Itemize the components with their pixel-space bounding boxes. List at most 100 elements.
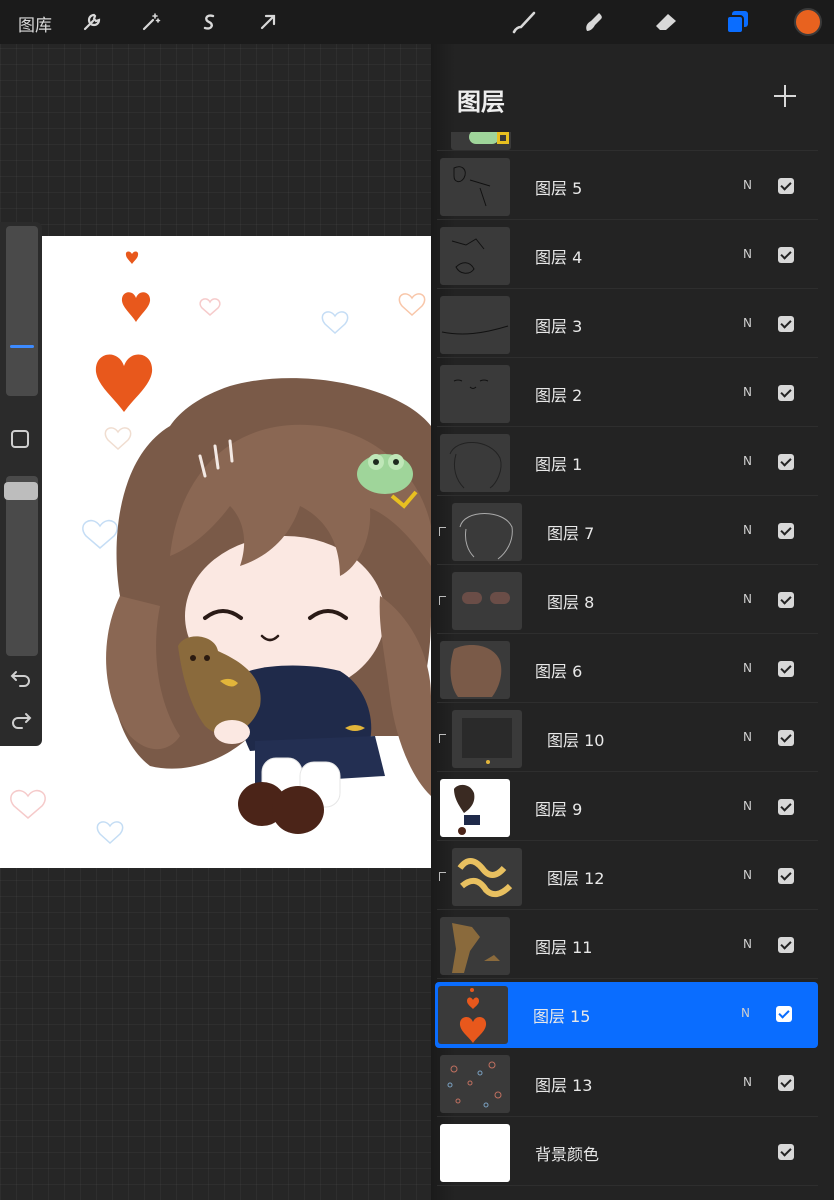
layer-thumbnail[interactable] [452, 710, 522, 768]
blend-mode-button[interactable]: N [743, 523, 752, 537]
layer-row[interactable]: 图层 4 N [437, 223, 818, 289]
blend-mode-button[interactable]: N [743, 799, 752, 813]
layer-row[interactable]: 图层 1 N [437, 430, 818, 496]
layer-name: 图层 5 [535, 179, 583, 198]
layer-name: 图层 7 [547, 524, 595, 543]
background-color-row[interactable]: 背景颜色 [437, 1120, 818, 1186]
selection-icon[interactable] [195, 8, 223, 36]
layer-thumbnail[interactable] [452, 848, 522, 906]
layer-thumbnail[interactable] [440, 917, 510, 975]
layer-name: 背景颜色 [535, 1145, 600, 1164]
layer-row[interactable]: 图层 13 N [437, 1051, 818, 1117]
brush-size-handle[interactable] [6, 338, 38, 356]
layer-thumbnail[interactable] [440, 296, 510, 354]
layer-thumbnail[interactable] [440, 227, 510, 285]
color-picker-button[interactable] [794, 8, 822, 36]
gallery-button[interactable]: 图库 [18, 11, 52, 36]
drawing-canvas[interactable] [0, 236, 431, 868]
layer-row[interactable]: 图层 8 N [437, 568, 818, 634]
layer-name: 图层 10 [547, 731, 605, 750]
brush-icon[interactable] [510, 8, 538, 36]
transform-arrow-icon[interactable] [254, 8, 282, 36]
blend-mode-button[interactable]: N [741, 1006, 750, 1020]
layer-name: 图层 4 [535, 248, 583, 267]
undo-icon[interactable] [10, 668, 32, 688]
layer-row[interactable]: 图层 15 N [435, 982, 818, 1048]
layer-thumbnail[interactable] [440, 641, 510, 699]
opacity-handle[interactable] [4, 482, 38, 500]
layer-row[interactable]: 图层 10 N [437, 706, 818, 772]
clipping-mask-icon [439, 734, 446, 743]
blend-mode-button[interactable]: N [743, 592, 752, 606]
clipping-mask-icon [439, 527, 446, 536]
blend-mode-button[interactable]: N [743, 178, 752, 192]
layer-thumbnail[interactable] [452, 503, 522, 561]
layer-name: 图层 6 [535, 662, 583, 681]
layer-visibility-checkbox[interactable] [778, 937, 794, 953]
layer-list: 图层 5 N 图层 4 N 图层 3 N 图层 2 N 图层 1 N 图层 7 N 图层 8 N 图层 6 N… [431, 44, 834, 1200]
layer-thumbnail[interactable] [440, 1055, 510, 1113]
blend-mode-button[interactable]: N [743, 868, 752, 882]
layer-row[interactable]: 图层 11 N [437, 913, 818, 979]
top-toolbar: 图库 [0, 0, 834, 44]
layer-row[interactable]: 图层 7 N [437, 499, 818, 565]
clipping-mask-icon [439, 596, 446, 605]
layer-visibility-checkbox[interactable] [778, 385, 794, 401]
blend-mode-button[interactable]: N [743, 316, 752, 330]
layer-row[interactable]: 图层 6 N [437, 637, 818, 703]
layer-row[interactable]: 图层 3 N [437, 292, 818, 358]
layer-visibility-checkbox[interactable] [778, 454, 794, 470]
layer-thumbnail[interactable] [440, 779, 510, 837]
layer-visibility-checkbox[interactable] [778, 1144, 794, 1160]
layer-visibility-checkbox[interactable] [778, 316, 794, 332]
blend-mode-button[interactable]: N [743, 385, 752, 399]
blend-mode-button[interactable]: N [743, 730, 752, 744]
layer-name: 图层 3 [535, 317, 583, 336]
layer-visibility-checkbox[interactable] [778, 1075, 794, 1091]
layer-thumbnail[interactable] [440, 434, 510, 492]
layer-visibility-checkbox[interactable] [778, 661, 794, 677]
blend-mode-button[interactable]: N [743, 937, 752, 951]
layer-thumbnail[interactable] [452, 572, 522, 630]
blend-mode-button[interactable]: N [743, 454, 752, 468]
layer-visibility-checkbox[interactable] [778, 868, 794, 884]
layer-visibility-checkbox[interactable] [778, 592, 794, 608]
layer-name: 图层 2 [535, 386, 583, 405]
layer-name: 图层 15 [533, 1007, 591, 1026]
artwork [10, 251, 431, 845]
layer-visibility-checkbox[interactable] [778, 178, 794, 194]
layer-visibility-checkbox[interactable] [776, 1006, 792, 1022]
layers-icon[interactable] [724, 8, 752, 36]
wrench-icon[interactable] [78, 8, 106, 36]
modify-button[interactable] [11, 430, 29, 448]
layer-visibility-checkbox[interactable] [778, 523, 794, 539]
layer-thumbnail[interactable] [440, 158, 510, 216]
layer-row[interactable]: 图层 9 N [437, 775, 818, 841]
layer-name: 图层 8 [547, 593, 595, 612]
layer-visibility-checkbox[interactable] [778, 799, 794, 815]
magic-wand-icon[interactable] [137, 8, 165, 36]
layer-name: 图层 9 [535, 800, 583, 819]
layer-thumbnail[interactable] [440, 365, 510, 423]
layer-name: 图层 1 [535, 455, 583, 474]
blend-mode-button[interactable]: N [743, 1075, 752, 1089]
redo-icon[interactable] [10, 710, 32, 730]
opacity-slider[interactable] [4, 476, 38, 656]
layer-row[interactable]: 图层 5 N [437, 154, 818, 220]
layer-name: 图层 13 [535, 1076, 593, 1095]
layer-row[interactable]: 图层 12 N [437, 844, 818, 910]
layer-name: 图层 11 [535, 938, 593, 957]
layer-visibility-checkbox[interactable] [778, 730, 794, 746]
blend-mode-button[interactable]: N [743, 661, 752, 675]
brush-size-slider[interactable] [6, 226, 38, 396]
layer-visibility-checkbox[interactable] [778, 247, 794, 263]
clipping-mask-icon [439, 872, 446, 881]
smudge-icon[interactable] [580, 8, 608, 36]
brush-sidebar [0, 222, 42, 746]
layer-thumbnail[interactable] [438, 986, 508, 1044]
background-color-swatch[interactable] [440, 1124, 510, 1182]
layer-row[interactable]: 图层 2 N [437, 361, 818, 427]
blend-mode-button[interactable]: N [743, 247, 752, 261]
eraser-icon[interactable] [652, 8, 680, 36]
layers-panel: 图层 图层 5 N 图层 4 N 图层 3 N 图层 2 N 图层 1 N 图层 7 N 图层 8 N 图层… [431, 44, 834, 1200]
